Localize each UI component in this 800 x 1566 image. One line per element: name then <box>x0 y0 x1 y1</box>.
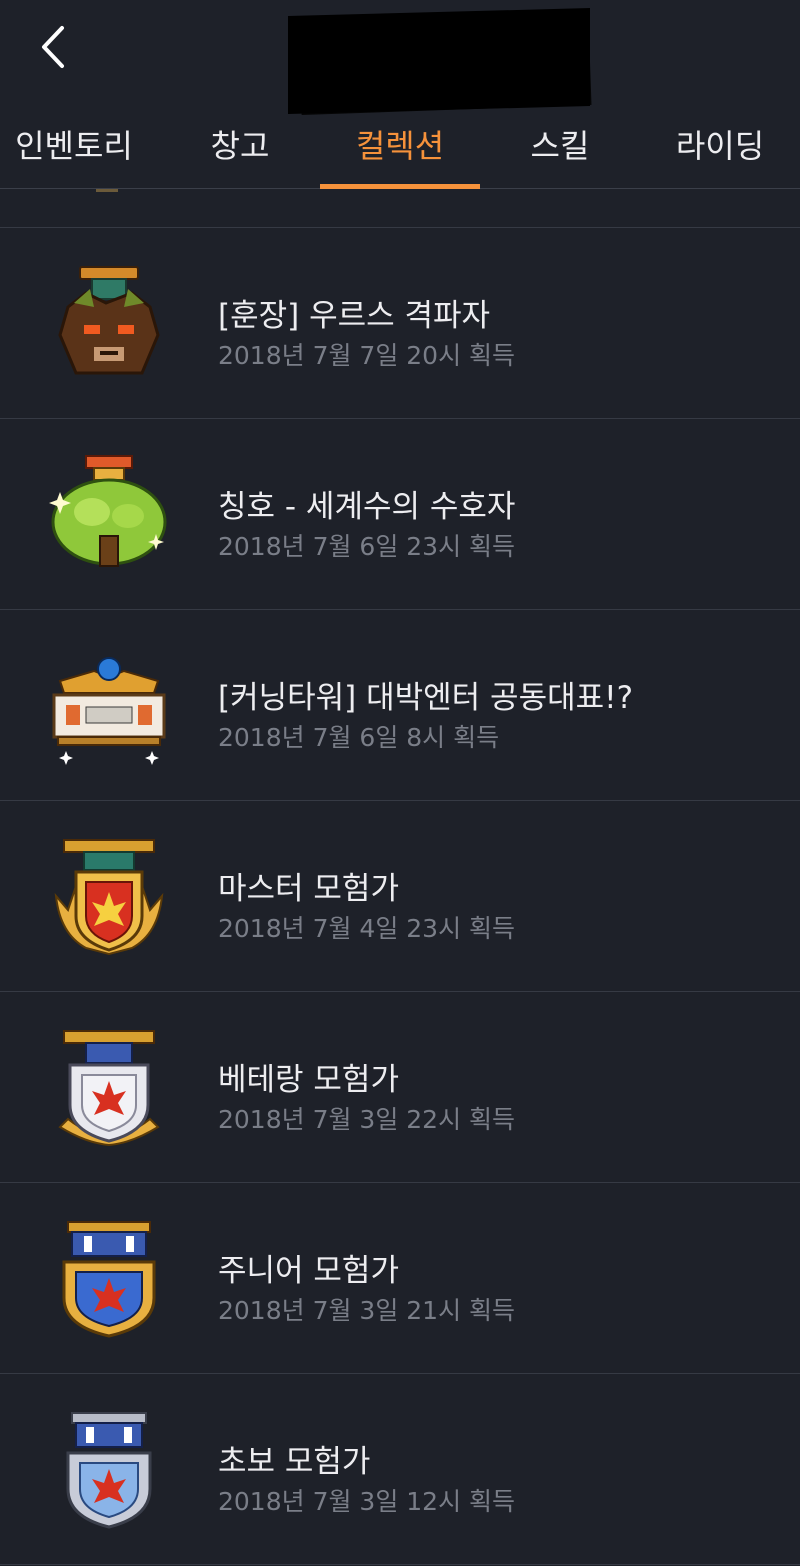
world-tree-medal-icon <box>49 455 167 567</box>
tab-riding[interactable]: 라이딩 <box>640 100 800 188</box>
veteran-adventurer-medal-icon <box>58 1030 160 1147</box>
list-item[interactable]: [커닝타워] 대박엔터 공동대표!? 2018년 7월 6일 8시 획득 <box>0 610 800 801</box>
item-title: 마스터 모험가 <box>218 871 399 907</box>
item-title: 베테랑 모험가 <box>218 1062 399 1098</box>
item-date: 2018년 7월 4일 23시 획득 <box>218 914 516 943</box>
item-date: 2018년 7월 3일 21시 획득 <box>218 1296 516 1325</box>
list-item[interactable]: [훈장] 우르스 격파자 2018년 7월 7일 20시 획득 <box>0 228 800 419</box>
list-item-partial <box>0 189 800 228</box>
tab-collection[interactable]: 컬렉션 <box>320 100 480 188</box>
kerning-tower-medal-icon <box>52 657 166 765</box>
master-adventurer-medal-icon <box>54 839 164 956</box>
list-item[interactable]: 칭호 - 세계수의 수호자 2018년 7월 6일 23시 획득 <box>0 419 800 610</box>
item-date: 2018년 7월 3일 22시 획득 <box>218 1105 516 1134</box>
tab-skill[interactable]: 스킬 <box>480 100 640 188</box>
tab-inventory[interactable]: 인벤토리 <box>0 100 154 188</box>
item-date: 2018년 7월 6일 23시 획득 <box>218 532 516 561</box>
beginner-adventurer-medal-icon <box>66 1412 152 1529</box>
ursus-medal-icon <box>58 266 160 375</box>
list-item[interactable]: 마스터 모험가 2018년 7월 4일 23시 획득 <box>0 801 800 992</box>
junior-adventurer-medal-icon <box>62 1221 156 1338</box>
top-bar <box>0 0 800 116</box>
list-item[interactable]: 주니어 모험가 2018년 7월 3일 21시 획득 <box>0 1183 800 1374</box>
item-title: [훈장] 우르스 격파자 <box>218 298 491 334</box>
collection-list: [훈장] 우르스 격파자 2018년 7월 7일 20시 획득 칭호 - 세계수… <box>0 189 800 1565</box>
tab-bar: 인벤토리 창고 컬렉션 스킬 라이딩 <box>0 100 800 189</box>
item-title: 칭호 - 세계수의 수호자 <box>218 489 516 525</box>
item-date: 2018년 7월 3일 12시 획득 <box>218 1487 516 1516</box>
tab-storage[interactable]: 창고 <box>160 100 320 188</box>
item-date: 2018년 7월 6일 8시 획득 <box>218 723 500 752</box>
item-date: 2018년 7월 7일 20시 획득 <box>218 341 516 370</box>
chevron-left-icon <box>42 26 64 68</box>
back-button[interactable] <box>28 22 78 72</box>
list-item[interactable]: 베테랑 모험가 2018년 7월 3일 22시 획득 <box>0 992 800 1183</box>
list-item[interactable]: 초보 모험가 2018년 7월 3일 12시 획득 <box>0 1374 800 1565</box>
item-title: 초보 모험가 <box>218 1444 371 1480</box>
item-title: 주니어 모험가 <box>218 1253 399 1289</box>
redacted-title-overlay <box>288 8 590 114</box>
item-title: [커닝타워] 대박엔터 공동대표!? <box>218 680 634 716</box>
